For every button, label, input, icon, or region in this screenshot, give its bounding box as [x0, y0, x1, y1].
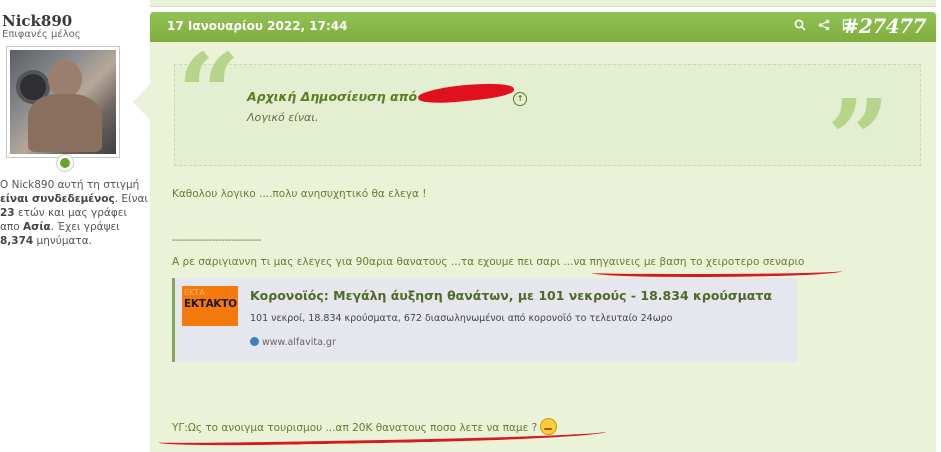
post: 17 Ιανουαρίου 2022, 17:44 #27477 “ ” Αρχ…	[150, 12, 936, 452]
online-status-icon	[56, 154, 74, 172]
separator: ---------------------------	[172, 234, 261, 246]
user-role: Επιφανές μέλος	[2, 29, 81, 40]
top-border	[150, 0, 936, 7]
post-line-1: Καθολου λογικο ....πολυ ανησυχητικό θα ε…	[172, 188, 427, 200]
post-pointer-arrow	[133, 84, 150, 120]
user-bio: Ο Nick890 αυτή τη στιγμή είναι συνδεδεμέ…	[0, 179, 148, 247]
avatar-image	[10, 50, 116, 154]
post-number[interactable]: #27477	[843, 14, 927, 38]
quote-block: “ ” Αρχική Δημοσίευση από ↑ Λογικό είναι.	[174, 39, 921, 195]
close-quote-icon: ”	[826, 75, 890, 204]
red-underline-annotation	[592, 267, 842, 277]
quote-text: Λογικό είναι.	[247, 111, 319, 124]
post-header: 17 Ιανουαρίου 2022, 17:44 #27477	[150, 12, 936, 42]
avatar[interactable]	[6, 46, 120, 158]
globe-icon	[250, 337, 259, 346]
share-icon[interactable]	[818, 19, 830, 35]
link-description: 101 νεκροί, 18.834 κρούσματα, 672 διασωλ…	[250, 313, 673, 324]
view-original-icon[interactable]: ↑	[513, 92, 528, 106]
link-source[interactable]: www.alfavita.gr	[250, 337, 336, 348]
user-info-column: Nick890 Επιφανές μέλος Ο Nick890 αυτή τη…	[0, 0, 150, 452]
open-quote-icon: “	[177, 29, 241, 158]
link-thumbnail[interactable]: ΕΚΤΑ ΕΚΤΑΚΤΟ	[182, 286, 238, 326]
link-title[interactable]: Κορονοϊός: Μεγάλη άυξηση θανάτων, με 101…	[250, 288, 772, 303]
link-preview-card[interactable]: ΕΚΤΑ ΕΚΤΑΚΤΟ Κορονοϊός: Μεγάλη άυξηση θαν…	[172, 278, 797, 362]
search-icon[interactable]	[794, 19, 806, 35]
username[interactable]: Nick890	[2, 12, 72, 30]
